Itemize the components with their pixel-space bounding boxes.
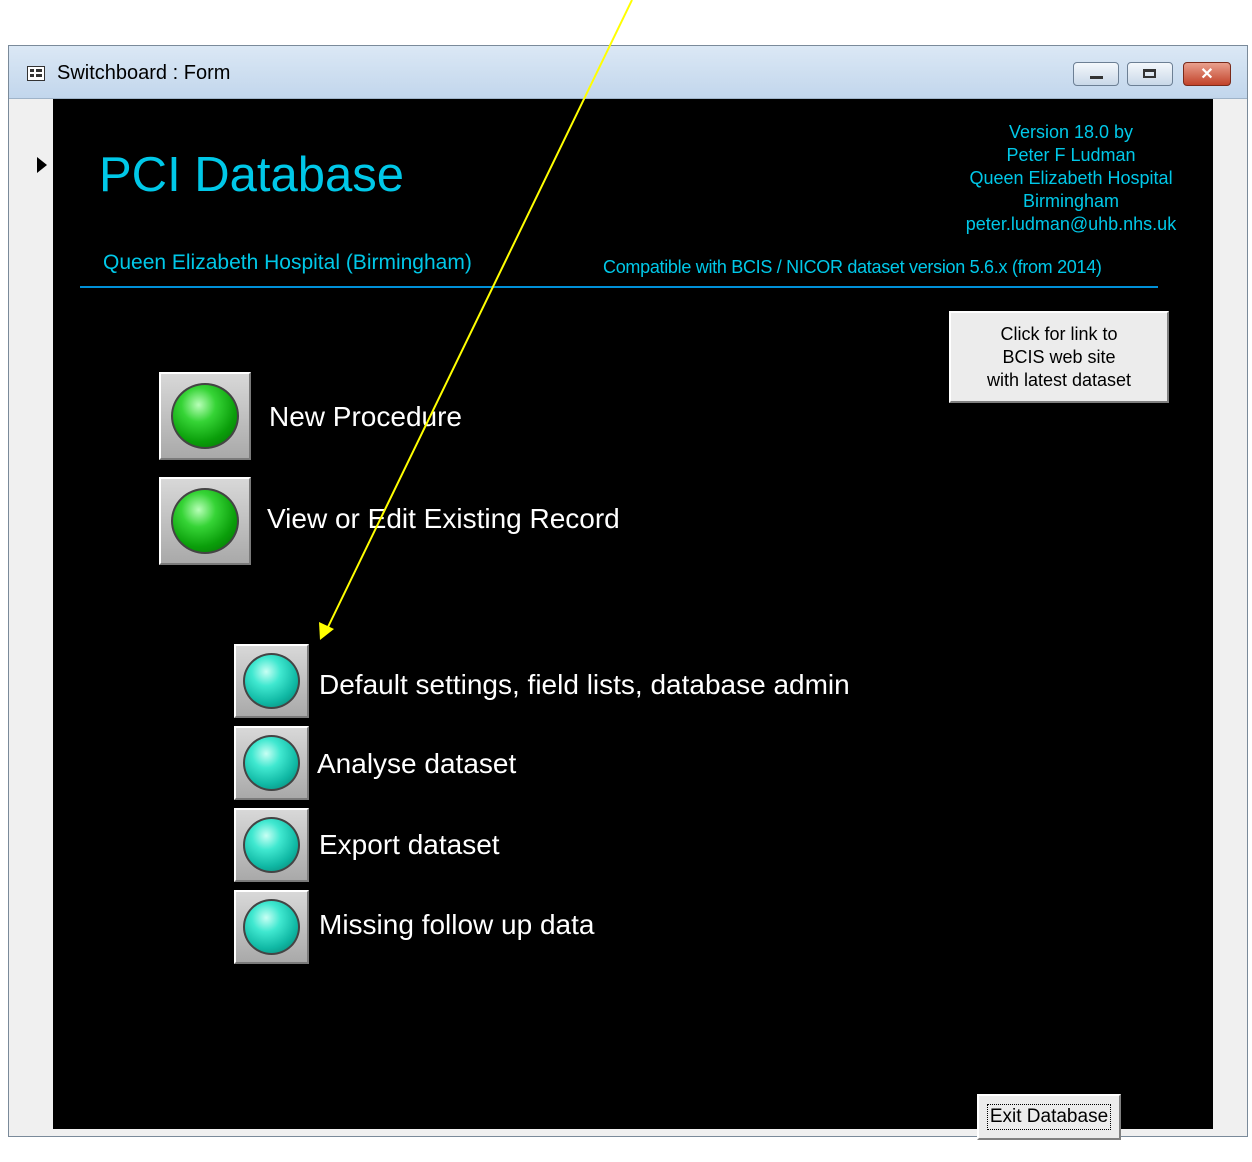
compatibility-note: Compatible with BCIS / NICOR dataset ver…: [603, 257, 1102, 277]
institution-line: Queen Elizabeth Hospital: [969, 168, 1173, 188]
title-bar[interactable]: Switchboard : Form ✕: [9, 46, 1247, 99]
minimize-button[interactable]: [1073, 62, 1119, 86]
exit-database-label: Exit Database: [986, 1104, 1112, 1130]
current-record-arrow-icon: [37, 157, 47, 173]
view-edit-record-button[interactable]: [159, 477, 251, 565]
city-line: Birmingham: [1022, 191, 1120, 211]
new-procedure-label[interactable]: New Procedure: [269, 401, 462, 433]
bcis-link-label: Click for link to BCIS web site with lat…: [987, 323, 1131, 392]
green-lamp-icon: [171, 488, 239, 554]
view-edit-record-label[interactable]: View or Edit Existing Record: [267, 503, 620, 535]
form-icon: [27, 66, 45, 81]
header-divider: [80, 286, 1158, 288]
email-line: peter.ludman@uhb.nhs.uk: [965, 214, 1177, 234]
export-dataset-label[interactable]: Export dataset: [319, 829, 500, 861]
analyse-dataset-button[interactable]: [234, 726, 309, 800]
teal-lamp-icon: [243, 817, 300, 873]
record-selector[interactable]: [11, 99, 51, 1129]
analyse-dataset-label[interactable]: Analyse dataset: [317, 748, 516, 780]
close-button[interactable]: ✕: [1183, 62, 1231, 86]
export-dataset-button[interactable]: [234, 808, 309, 882]
exit-database-button[interactable]: Exit Database: [977, 1094, 1121, 1140]
missing-followup-button[interactable]: [234, 890, 309, 964]
app-title: PCI Database: [99, 148, 405, 202]
close-icon: ✕: [1200, 66, 1214, 83]
teal-lamp-icon: [243, 653, 300, 709]
default-settings-label[interactable]: Default settings, field lists, database …: [319, 669, 850, 701]
bcis-link-line: Click for link to: [1000, 323, 1118, 344]
teal-lamp-icon: [243, 899, 300, 955]
bcis-link-button[interactable]: Click for link to BCIS web site with lat…: [949, 311, 1169, 403]
version-line: Version 18.0 by: [1008, 122, 1134, 142]
bcis-link-line: with latest dataset: [986, 369, 1132, 390]
switchboard-form: PCI Database Queen Elizabeth Hospital (B…: [53, 99, 1213, 1140]
teal-lamp-icon: [243, 735, 300, 791]
window-title: Switchboard : Form: [57, 62, 231, 84]
switchboard-window: Switchboard : Form ✕ PCI Database Queen …: [8, 45, 1248, 1140]
default-settings-button[interactable]: [234, 644, 309, 718]
missing-followup-label[interactable]: Missing follow up data: [319, 909, 594, 941]
maximize-button[interactable]: [1127, 62, 1173, 86]
author-line: Peter F Ludman: [1006, 145, 1136, 165]
version-info: Version 18.0 by Peter F Ludman Queen Eli…: [933, 121, 1209, 236]
hospital-name: Queen Elizabeth Hospital (Birmingham): [103, 251, 472, 274]
new-procedure-button[interactable]: [159, 372, 251, 460]
bcis-link-line: BCIS web site: [1002, 346, 1116, 367]
green-lamp-icon: [171, 383, 239, 449]
